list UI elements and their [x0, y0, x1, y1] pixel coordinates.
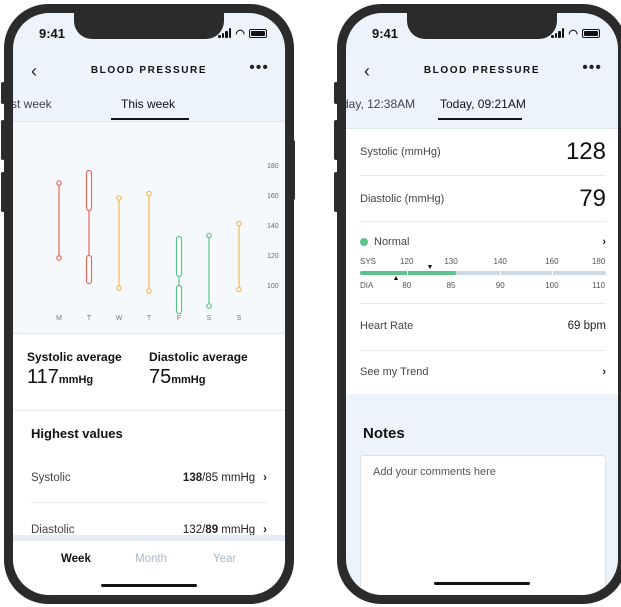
wifi-icon: ◠: [568, 27, 578, 40]
nav-bar: ‹ BLOOD PRESSURE •••: [13, 55, 285, 85]
x-tick-label: T: [87, 315, 92, 322]
battery-icon: [582, 28, 600, 38]
divider: [360, 350, 606, 351]
systolic-mark: [85, 169, 93, 212]
systolic-mark: [206, 232, 212, 239]
highest-systolic-row[interactable]: Systolic 138/85 mmHg ›: [31, 455, 267, 501]
diastolic-mark: [146, 288, 152, 294]
tab-week[interactable]: Week: [61, 553, 91, 565]
weekly-screen: 9:41 ◠ ‹ BLOOD PRESSURE ••• st week This…: [13, 13, 285, 595]
diastolic-mark: [206, 303, 212, 309]
tab-underline: [111, 118, 189, 120]
bp-range-chart: 180 160 140 120 100 M T W T F S S: [56, 163, 279, 322]
x-tick-label: M: [56, 315, 62, 322]
measurement-tabs: day, 12:38AM Today, 09:21AM: [346, 91, 618, 121]
diastolic-mark: [236, 286, 242, 293]
notes-input[interactable]: Add your comments here: [360, 455, 606, 595]
home-indicator: [101, 584, 197, 587]
heart-rate-row: Heart Rate 69 bpm: [360, 320, 606, 332]
highest-values-card: Highest values Systolic 138/85 mmHg › Dia…: [13, 411, 285, 547]
y-tick-label: 100: [267, 283, 279, 290]
tab-year[interactable]: Year: [213, 553, 236, 565]
sys-scale: SYS 120 130 140 160 180: [360, 257, 606, 266]
systolic-marker-icon: ▼: [426, 264, 434, 271]
x-tick-label: F: [177, 315, 181, 322]
y-tick-label: 160: [267, 193, 279, 200]
tab-last-week[interactable]: st week: [13, 97, 52, 111]
detail-screen: 9:41 ◠ ‹ BLOOD PRESSURE ••• day, 12:38AM…: [346, 13, 618, 595]
diastolic-mark: [85, 254, 93, 285]
status-row[interactable]: Normal ›: [360, 235, 606, 249]
wifi-icon: ◠: [235, 27, 245, 40]
more-icon[interactable]: •••: [582, 59, 602, 77]
highest-values-title: Highest values: [31, 426, 123, 441]
diastolic-average-value: 75mmHg: [149, 366, 206, 388]
x-tick-label: S: [237, 315, 242, 322]
nav-bar: ‹ BLOOD PRESSURE •••: [346, 55, 618, 85]
bp-chart: 180 160 140 120 100 M T W T F S S: [13, 121, 285, 333]
back-icon[interactable]: ‹: [31, 61, 37, 82]
diastolic-mark: [56, 255, 62, 261]
status-dot-icon: [360, 238, 368, 247]
back-icon[interactable]: ‹: [364, 61, 370, 82]
tab-current-measurement[interactable]: Today, 09:21AM: [440, 97, 526, 111]
tab-this-week[interactable]: This week: [121, 97, 175, 111]
averages-card: Systolic average 117mmHg Diastolic avera…: [13, 333, 285, 409]
divider: [360, 303, 606, 304]
chevron-right-icon: ›: [602, 366, 606, 378]
more-icon[interactable]: •••: [249, 59, 269, 77]
diastolic-mark: [175, 284, 183, 315]
x-tick-label: S: [207, 315, 212, 322]
systolic-mark: [116, 195, 122, 201]
notch: [74, 13, 224, 39]
page-title: BLOOD PRESSURE: [90, 64, 208, 76]
tab-previous-measurement[interactable]: day, 12:38AM: [346, 97, 415, 111]
systolic-mark: [236, 220, 242, 227]
systolic-average-value: 117mmHg: [27, 366, 94, 388]
diastolic-mark: [116, 285, 122, 291]
x-tick-label: T: [147, 315, 152, 322]
systolic-value: 128: [565, 138, 606, 165]
status-label: Normal: [374, 236, 410, 248]
systolic-average-label: Systolic average: [27, 350, 122, 364]
status-time: 9:41: [372, 25, 399, 41]
heart-rate-value: 69 bpm: [567, 320, 606, 332]
diastolic-value: 79: [579, 185, 606, 212]
divider: [360, 175, 606, 176]
status-time: 9:41: [39, 25, 66, 41]
chevron-right-icon: ›: [602, 236, 606, 248]
week-tabs: st week This week: [13, 91, 285, 121]
notes-placeholder: Add your comments here: [373, 466, 496, 478]
systolic-mark: [146, 190, 152, 197]
phone-right: 9:41 ◠ ‹ BLOOD PRESSURE ••• day, 12:38AM…: [337, 4, 621, 604]
bp-scale-fill: [360, 271, 456, 275]
systolic-mark: [175, 235, 183, 278]
y-tick-label: 140: [267, 223, 279, 230]
tab-month[interactable]: Month: [135, 553, 167, 565]
notch: [407, 13, 557, 39]
y-tick-label: 180: [267, 163, 279, 170]
diastolic-row: Diastolic (mmHg) 79: [360, 185, 606, 212]
notes-title: Notes: [363, 425, 405, 442]
y-tick-label: 120: [267, 253, 279, 260]
chevron-right-icon: ›: [263, 472, 267, 484]
battery-icon: [249, 28, 267, 38]
see-trend-row[interactable]: See my Trend ›: [360, 361, 606, 383]
phone-left: 9:41 ◠ ‹ BLOOD PRESSURE ••• st week This…: [4, 4, 294, 604]
tab-underline: [438, 118, 522, 120]
x-tick-label: W: [116, 315, 123, 322]
divider: [31, 502, 267, 503]
home-indicator: [434, 582, 530, 585]
page-title: BLOOD PRESSURE: [423, 64, 541, 76]
diastolic-average-label: Diastolic average: [149, 350, 248, 364]
systolic-mark: [56, 180, 62, 186]
divider: [360, 221, 606, 222]
measurement-card: Systolic (mmHg) 128 Diastolic (mmHg) 79 …: [346, 128, 618, 394]
period-tabs: Week Month Year: [13, 535, 285, 595]
dia-scale: DIA 80 85 90 100 110: [360, 281, 605, 290]
systolic-row: Systolic (mmHg) 128: [360, 138, 606, 165]
